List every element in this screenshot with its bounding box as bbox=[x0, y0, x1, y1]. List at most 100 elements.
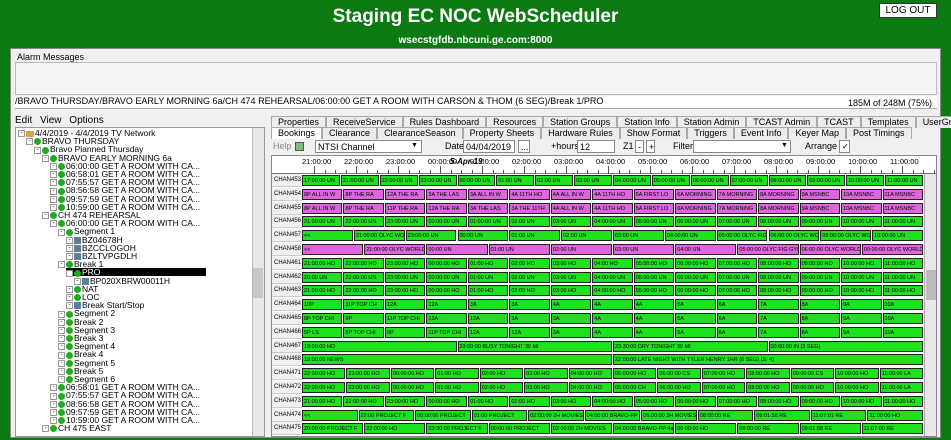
expand-toggle-icon[interactable]: - bbox=[50, 384, 57, 392]
expand-toggle-icon[interactable]: - bbox=[42, 425, 49, 433]
tab-clearance[interactable]: Clearance bbox=[322, 127, 378, 139]
booking-cell[interactable]: 22:00:00 UN bbox=[343, 216, 384, 228]
booking-cell[interactable]: 22:00:00 UN bbox=[379, 175, 418, 186]
booking-cell[interactable]: 11:00:00 HO bbox=[882, 257, 923, 269]
booking-cell[interactable]: 23:00:00 HO bbox=[384, 257, 426, 269]
booking-cell[interactable]: 4A bbox=[633, 313, 675, 324]
booking-cell[interactable]: 11A MSNBC bbox=[882, 188, 923, 200]
booking-cell[interactable]: 12A bbox=[509, 326, 550, 338]
booking-cell[interactable]: 10:00:00 UN bbox=[846, 175, 885, 186]
expand-toggle-icon[interactable]: - bbox=[58, 368, 65, 376]
booking-cell[interactable]: 07:00:00 HO bbox=[716, 257, 758, 269]
booking-cell[interactable]: 05:00:00 CH bbox=[613, 382, 657, 393]
booking-cell[interactable]: 4A bbox=[633, 299, 675, 311]
booking-cell[interactable]: 11A MSNBC bbox=[882, 202, 923, 214]
booking-cell[interactable]: 6A bbox=[716, 313, 758, 324]
booking-cell[interactable]: 11P TOP CH bbox=[343, 299, 384, 311]
booking-cell[interactable]: 02:00 HO bbox=[509, 395, 550, 407]
expand-toggle-icon[interactable]: - bbox=[58, 310, 65, 318]
booking-cell[interactable]: 22:00:00 HO bbox=[302, 382, 346, 393]
booking-cell[interactable]: 11P TOP CHI bbox=[384, 313, 426, 324]
booking-cell[interactable]: 01:00 HO bbox=[467, 257, 509, 269]
booking-cell[interactable]: 10A MSNBC bbox=[841, 202, 882, 214]
booking-cell[interactable]: 23:30:00 DRY TONIGHT 30 MI bbox=[613, 340, 768, 352]
booking-cell[interactable]: 21:00:00 UN bbox=[302, 216, 343, 228]
booking-cell[interactable]: 5A bbox=[675, 299, 716, 311]
booking-cell[interactable]: 10:00:00 UN bbox=[872, 230, 923, 242]
expand-toggle-icon[interactable]: - bbox=[58, 359, 65, 367]
tab-show-format[interactable]: Show Format bbox=[619, 127, 688, 139]
booking-cell[interactable]: 19:00:00 NEWS bbox=[302, 354, 612, 366]
booking-cell[interactable]: 8A MORNING bbox=[758, 202, 799, 214]
booking-cell[interactable]: 06:00:00 HO bbox=[657, 382, 701, 393]
booking-cell[interactable]: 06:00:00 HO bbox=[675, 395, 716, 407]
booking-cell[interactable]: 05:00:00 UN bbox=[651, 175, 690, 186]
bookings-grid[interactable]: 5-Apr-19 21:00:00 22:00:00 23:00:00 00:00:0… bbox=[271, 155, 937, 437]
expand-toggle-icon[interactable]: - bbox=[50, 195, 57, 203]
booking-cell[interactable]: 05:00:00 UN bbox=[633, 271, 675, 283]
booking-cell[interactable]: 21:00:00 OLYC WORLD FIG bbox=[353, 230, 405, 242]
booking-cell[interactable]: 21:00:00 OLYC WORLD MEN'S CURLING C bbox=[364, 244, 426, 255]
booking-cell[interactable]: 00:00 UN bbox=[426, 244, 488, 255]
booking-cell[interactable]: 10A bbox=[882, 326, 923, 338]
booking-cell[interactable]: 8P ALL IN W bbox=[302, 202, 343, 214]
booking-cell[interactable]: 8A bbox=[799, 326, 841, 338]
booking-cell[interactable]: 8P THE RA bbox=[343, 188, 384, 200]
booking-cell[interactable]: 22:00 PROJECT F bbox=[358, 409, 415, 421]
booking-cell[interactable]: 00:00:00 UN bbox=[426, 216, 467, 228]
booking-cell[interactable]: 8P TOP CHI bbox=[343, 326, 384, 338]
expand-toggle-icon[interactable]: - bbox=[66, 245, 73, 253]
booking-cell[interactable]: 03:00 HO bbox=[524, 382, 568, 393]
expand-toggle-icon[interactable]: - bbox=[66, 302, 73, 310]
booking-cell[interactable]: 19:00:00 HO bbox=[302, 340, 457, 352]
booking-cell[interactable]: 04:00 UN bbox=[675, 244, 737, 255]
booking-cell[interactable]: 11:00:00 LA bbox=[879, 368, 923, 380]
booking-cell[interactable]: 05:00:00 HO bbox=[633, 285, 675, 297]
booking-cell[interactable]: 08:00:00 UN bbox=[768, 175, 807, 186]
booking-cell[interactable]: 6A bbox=[716, 326, 758, 338]
booking-cell[interactable]: 12A bbox=[384, 299, 426, 311]
booking-cell[interactable]: 07:00:00 UN bbox=[716, 216, 758, 228]
expand-toggle-icon[interactable]: - bbox=[50, 179, 57, 187]
booking-cell[interactable]: 04:00:00 UN bbox=[592, 271, 633, 283]
booking-cell[interactable]: 4A ALL IN W bbox=[550, 188, 592, 200]
booking-cell[interactable]: 07:00:00 UN bbox=[729, 175, 768, 186]
tab-usergroup[interactable]: UserGroup bbox=[915, 116, 951, 128]
booking-cell[interactable]: 01:00:00 UN bbox=[467, 216, 509, 228]
channel-select[interactable]: NTSI Channel bbox=[315, 140, 422, 153]
booking-cell[interactable]: 3A bbox=[467, 299, 509, 311]
booking-cell[interactable]: 06:00:00 OLYC WORLD FIG bbox=[768, 230, 820, 242]
booking-cell[interactable]: 10:00:00 UN bbox=[841, 216, 882, 228]
booking-cell[interactable]: 00:00:00 UN bbox=[457, 175, 496, 186]
expand-toggle-icon[interactable]: - bbox=[34, 146, 41, 154]
booking-cell[interactable]: 02:00 UN bbox=[550, 244, 612, 255]
expand-toggle-icon[interactable]: - bbox=[42, 154, 49, 162]
booking-cell[interactable]: 09:01:58 RE bbox=[754, 409, 810, 421]
booking-cell[interactable]: 23:00:00 UN bbox=[384, 216, 426, 228]
booking-cell[interactable]: 06:00:00 2H MOVIES bbox=[641, 409, 697, 421]
booking-cell[interactable]: 09:00:00 UN bbox=[799, 271, 841, 283]
booking-cell[interactable]: 04:00:00 HO bbox=[568, 368, 612, 380]
booking-cell[interactable]: 07:00:00 UN bbox=[716, 271, 758, 283]
booking-cell[interactable]: 10:00:00 HO bbox=[841, 395, 882, 407]
booking-cell[interactable]: 23:00:00 HO bbox=[346, 382, 390, 393]
expand-toggle-icon[interactable]: - bbox=[58, 318, 65, 326]
booking-cell[interactable]: 00:00 UN bbox=[457, 230, 509, 242]
booking-cell[interactable]: 21:00:00 HO bbox=[302, 395, 343, 407]
booking-cell[interactable]: 4A 11TH HO bbox=[592, 188, 633, 200]
booking-cell[interactable]: 11:00:00 UN bbox=[882, 271, 923, 283]
tab-bookings[interactable]: Bookings bbox=[271, 127, 323, 139]
booking-cell[interactable]: 3A bbox=[509, 313, 550, 324]
booking-cell[interactable]: 23:00:00 BUSY TONIGHT 30 MI bbox=[457, 340, 612, 352]
booking-cell[interactable]: 9P bbox=[343, 313, 384, 324]
booking-cell[interactable]: 06:00:00 UN bbox=[675, 216, 716, 228]
booking-cell[interactable]: 08:00:00 RE bbox=[697, 409, 754, 421]
booking-cell[interactable]: 04:00:00 UN bbox=[613, 175, 651, 186]
booking-cell[interactable]: 12A THE RA bbox=[384, 188, 426, 200]
booking-cell[interactable]: 00:00:00 HO bbox=[426, 285, 467, 297]
booking-cell[interactable]: 8A MORNING bbox=[758, 188, 799, 200]
booking-cell[interactable]: 7A bbox=[758, 313, 799, 324]
booking-cell[interactable]: 4A bbox=[592, 313, 633, 324]
booking-cell[interactable]: 6A MORNING bbox=[675, 188, 716, 200]
booking-cell[interactable]: 4A bbox=[550, 299, 592, 311]
